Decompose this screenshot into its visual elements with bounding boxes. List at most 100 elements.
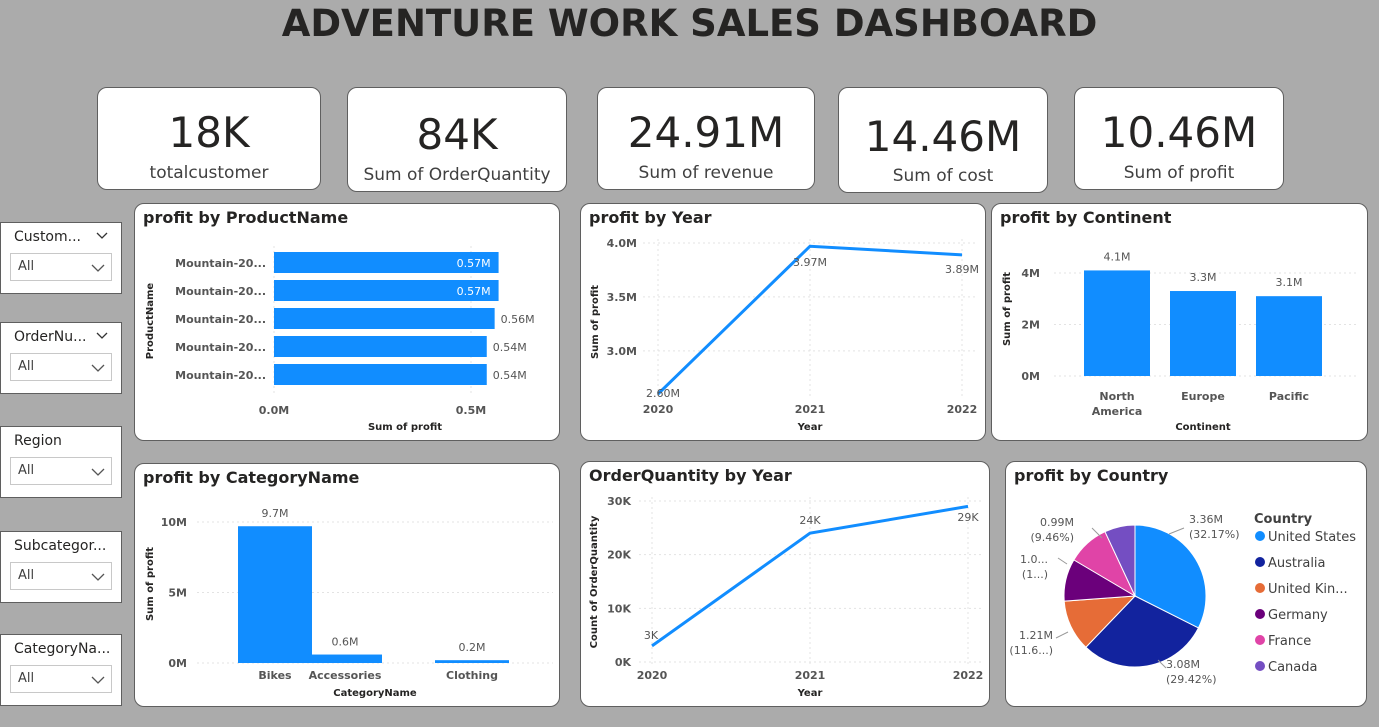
legend-marker [1255, 635, 1265, 645]
legend-title: Country [1254, 512, 1313, 527]
legend-label: France [1268, 634, 1311, 649]
data-label: 9.7M [262, 507, 289, 520]
panel-profit-by-category[interactable]: profit by CategoryName 10M 5M 0M 9.7M Bikes 0… [134, 463, 560, 707]
category-label: Mountain-20... [175, 341, 266, 354]
kpi-card-profit[interactable]: 10.46M Sum of profit [1074, 87, 1284, 190]
slicer-title: Custom... [14, 229, 81, 245]
kpi-label: Sum of OrderQuantity [363, 165, 551, 185]
tick-label: 3.5M [607, 291, 637, 304]
chevron-down-icon [91, 264, 105, 272]
slicer-region[interactable]: Region All [0, 426, 122, 498]
data-label: 3.3M [1190, 271, 1217, 284]
slicer-dropdown[interactable]: All [10, 253, 112, 281]
tick-label: 0M [168, 657, 187, 670]
bar [1256, 296, 1322, 376]
kpi-card-totalcustomer[interactable]: 18K totalcustomer [97, 87, 321, 190]
slicer-dropdown[interactable]: All [10, 562, 112, 590]
category-label: Mountain-20... [175, 369, 266, 382]
y-axis-label: Count of OrderQuantity [589, 515, 600, 648]
legend-label: United States [1268, 530, 1356, 545]
slicer-title: Region [14, 433, 62, 449]
tick-label: 2020 [637, 669, 668, 682]
slicer-dropdown[interactable]: All [10, 457, 112, 485]
tick-label: 30K [607, 495, 631, 508]
tick-label: 2022 [947, 403, 978, 416]
kpi-value: 14.46M [864, 112, 1022, 161]
category-label: North [1099, 390, 1134, 403]
data-label: (9.46%) [1030, 531, 1074, 544]
kpi-label: totalcustomer [149, 163, 269, 183]
data-label: 1.21M [1019, 629, 1053, 642]
data-label: 0.54M [493, 369, 527, 382]
y-axis-label: ProductName [145, 283, 156, 360]
bar [274, 308, 495, 329]
kpi-card-revenue[interactable]: 24.91M Sum of revenue [597, 87, 815, 190]
panel-profit-by-country[interactable]: profit by Country 3.36M (32.17%) 3.08M (29.… [1005, 461, 1367, 707]
tick-label: 2020 [643, 403, 674, 416]
panel-profit-by-year[interactable]: profit by Year 4.0M 3.5M 3.0M 2.60M 3.97M 3.8… [580, 203, 986, 441]
slicer-ordernumber[interactable]: OrderNu... All [0, 322, 122, 394]
slicer-value: All [18, 568, 35, 583]
tick-label: 3.0M [607, 345, 637, 358]
data-label: 0.6M [332, 636, 359, 649]
legend-marker [1255, 557, 1265, 567]
data-label: 29K [957, 511, 979, 524]
chevron-down-icon[interactable] [95, 229, 109, 243]
x-axis-label: Sum of profit [368, 422, 442, 433]
data-label: 3.36M [1189, 513, 1223, 526]
slicer-customer[interactable]: Custom... All [0, 222, 122, 294]
category-label: Mountain-20... [175, 257, 266, 270]
chart-profit-by-country: 3.36M (32.17%) 3.08M (29.42%) 1.21M (11.6...)… [1009, 512, 1356, 686]
tick-label: 10K [607, 602, 631, 615]
data-label: (32.17%) [1189, 528, 1240, 541]
kpi-label: Sum of profit [1123, 163, 1235, 183]
x-axis-label: CategoryName [333, 688, 417, 699]
data-label: 0.57M [457, 257, 491, 270]
slicer-title: Subcategor... [14, 538, 107, 554]
chevron-down-icon[interactable] [95, 329, 109, 343]
data-label: (1...) [1022, 568, 1048, 581]
panel-orderqty-by-year[interactable]: OrderQuantity by Year 30K 20K 10K 0K 3K 24K 29… [580, 461, 990, 707]
leader-line [1055, 631, 1069, 639]
slicer-dropdown[interactable]: All [10, 353, 112, 381]
y-axis-label: Sum of profit [1002, 272, 1013, 346]
category-label: Pacific [1269, 390, 1309, 403]
panel-profit-by-product[interactable]: profit by ProductName Mountain-20... 0.57… [134, 203, 560, 441]
leader-line [1168, 527, 1185, 535]
panel-profit-by-continent[interactable]: profit by Continent 4M 2M 0M 4.1M North Ameri… [991, 203, 1368, 441]
tick-label: 4M [1021, 267, 1040, 280]
x-axis-label: Year [797, 422, 823, 433]
chart-profit-by-year: 4.0M 3.5M 3.0M 2.60M 3.97M 3.89M 2020 2021 2022 Y… [590, 237, 979, 433]
chevron-down-icon [91, 364, 105, 372]
chart-profit-by-product: Mountain-20... 0.57M Mountain-20... 0.57M Mo… [145, 246, 535, 433]
dashboard-title: ADVENTURE WORK SALES DASHBOARD [281, 2, 1098, 45]
tick-label: 2021 [795, 403, 826, 416]
category-label: Mountain-20... [175, 285, 266, 298]
slicer-value: All [18, 259, 35, 274]
slicer-dropdown[interactable]: All [10, 665, 112, 693]
bar [435, 660, 509, 663]
chevron-down-icon [91, 573, 105, 581]
bar [274, 364, 487, 385]
kpi-value: 10.46M [1100, 108, 1258, 157]
legend-label: United Kin... [1268, 582, 1348, 597]
legend-marker [1255, 661, 1265, 671]
bar [1084, 270, 1150, 376]
data-label: 0.56M [501, 313, 535, 326]
kpi-card-cost[interactable]: 14.46M Sum of cost [838, 87, 1048, 193]
category-label: Clothing [446, 669, 498, 682]
data-label: 0.2M [459, 641, 486, 654]
data-label: 3.1M [1276, 276, 1303, 289]
category-label: America [1092, 405, 1143, 418]
slicer-categoryname[interactable]: CategoryNa... All [0, 634, 122, 706]
chevron-down-icon [91, 468, 105, 476]
kpi-card-orderquantity[interactable]: 84K Sum of OrderQuantity [347, 87, 567, 192]
tick-label: 0K [615, 656, 632, 669]
tick-label: 10M [161, 516, 187, 529]
tick-label: 0.0M [259, 404, 289, 417]
legend-marker [1255, 531, 1265, 541]
legend-label: Canada [1268, 660, 1317, 675]
chart-orderqty-by-year: 30K 20K 10K 0K 3K 24K 29K 2020 2021 2022 Year Count… [589, 495, 983, 699]
legend-marker [1255, 609, 1265, 619]
slicer-subcategory[interactable]: Subcategor... All [0, 531, 122, 603]
